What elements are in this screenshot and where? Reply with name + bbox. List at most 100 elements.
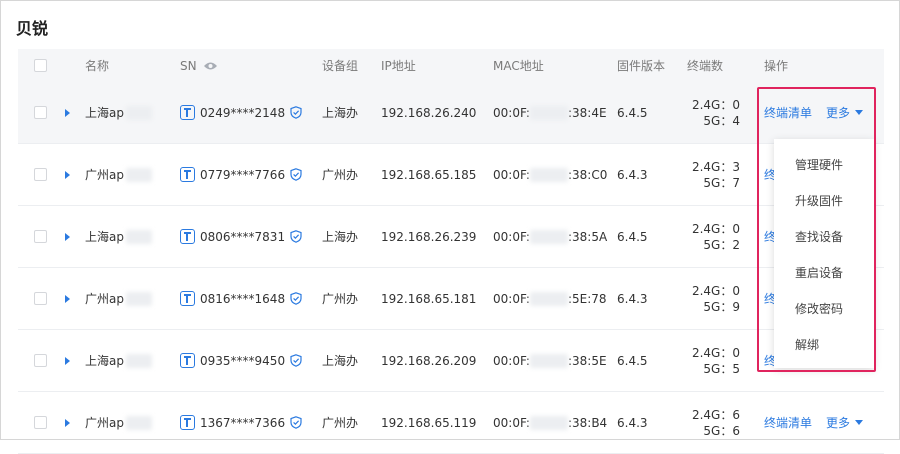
mac-suffix: :38:C0 xyxy=(567,167,608,182)
firmware-version: 6.4.3 xyxy=(617,415,648,430)
menu-item-restart-device[interactable]: 重启设备 xyxy=(795,263,843,283)
firmware-version: 6.4.3 xyxy=(617,291,648,306)
terminals-24g: 2.4G：6 xyxy=(691,407,740,422)
row-checkbox[interactable] xyxy=(34,416,47,429)
shield-check-icon xyxy=(290,416,302,429)
terminals-5g: 5G：9 xyxy=(703,299,740,314)
terminals-5g: 5G：2 xyxy=(703,237,740,252)
row-checkbox[interactable] xyxy=(34,292,47,305)
header-terminals: 终端数 xyxy=(687,59,724,73)
header-mac: MAC地址 xyxy=(493,59,544,73)
terminals-5g: 5G：6 xyxy=(703,423,740,438)
terminals-24g: 2.4G：0 xyxy=(691,345,740,360)
shield-check-icon xyxy=(290,230,302,243)
expand-row-icon[interactable] xyxy=(65,108,70,117)
blurred-region xyxy=(529,167,568,182)
mac-suffix: :38:B4 xyxy=(567,415,608,430)
expand-row-icon[interactable] xyxy=(65,356,70,365)
device-icon xyxy=(180,167,195,182)
terminal-list-link[interactable]: 终端清单 xyxy=(764,414,812,431)
header-actions: 操作 xyxy=(764,59,789,73)
table-header: 名称 SN 设备组 IP地址 MAC地址 固件版本 终端数 操作 xyxy=(18,49,884,82)
table-row[interactable]: 上海ap 0806****7831 上海办 192.168.26.239 00:0F::… xyxy=(18,206,884,268)
terminals-24g: 2.4G：0 xyxy=(691,283,740,298)
terminals-24g: 2.4G：0 xyxy=(691,221,740,236)
device-icon xyxy=(180,415,195,430)
header-ip: IP地址 xyxy=(381,59,416,73)
blurred-region xyxy=(125,353,152,368)
blurred-region xyxy=(125,229,152,244)
more-label: 更多 xyxy=(826,106,851,120)
terminals-24g: 2.4G：0 xyxy=(691,97,740,112)
mac-prefix: 00:0F: xyxy=(493,291,530,306)
mac-suffix: :38:4E xyxy=(567,105,607,120)
chevron-down-icon xyxy=(855,110,864,115)
row-checkbox[interactable] xyxy=(34,106,47,119)
device-name: 上海ap xyxy=(85,354,124,368)
blurred-region xyxy=(529,229,568,244)
header-group: 设备组 xyxy=(322,59,359,73)
row-checkbox[interactable] xyxy=(34,168,47,181)
expand-row-icon[interactable] xyxy=(65,418,70,427)
mac-prefix: 00:0F: xyxy=(493,105,530,120)
device-group: 广州办 xyxy=(322,292,359,306)
menu-item-manage-hardware[interactable]: 管理硬件 xyxy=(795,155,843,175)
device-ip: 192.168.26.240 xyxy=(381,105,477,120)
page-title: 贝锐 xyxy=(16,19,49,38)
menu-item-find-device[interactable]: 查找设备 xyxy=(795,227,843,247)
blurred-region xyxy=(529,415,568,430)
device-name: 上海ap xyxy=(85,230,124,244)
shield-check-icon xyxy=(290,354,302,367)
device-ip: 192.168.26.239 xyxy=(381,229,477,244)
device-group: 上海办 xyxy=(322,230,359,244)
terminals-5g: 5G：4 xyxy=(703,113,740,128)
more-dropdown-menu: 管理硬件 升级固件 查找设备 重启设备 修改密码 解绑 xyxy=(774,139,874,368)
row-checkbox[interactable] xyxy=(34,230,47,243)
terminals-5g: 5G：7 xyxy=(703,175,740,190)
menu-item-change-password[interactable]: 修改密码 xyxy=(795,299,843,319)
device-ip: 192.168.26.209 xyxy=(381,353,477,368)
eye-icon[interactable] xyxy=(203,61,218,71)
select-all-checkbox[interactable] xyxy=(34,59,47,72)
device-ip: 192.168.65.185 xyxy=(381,167,477,182)
device-group: 上海办 xyxy=(322,354,359,368)
blurred-region xyxy=(125,167,152,182)
table-row[interactable]: 上海ap 0249****2148 上海办 192.168.26.240 00:0F::… xyxy=(18,82,884,144)
mac-suffix: :38:5A xyxy=(567,229,608,244)
device-sn: 0779****7766 xyxy=(200,167,286,182)
expand-row-icon[interactable] xyxy=(65,294,70,303)
terminal-list-link[interactable]: 终端清单 xyxy=(764,104,812,121)
mac-prefix: 00:0F: xyxy=(493,167,530,182)
device-table: 名称 SN 设备组 IP地址 MAC地址 固件版本 终端数 操作 上海ap 024… xyxy=(18,49,884,454)
expand-row-icon[interactable] xyxy=(65,232,70,241)
mac-suffix: :5E:78 xyxy=(567,291,607,306)
mac-prefix: 00:0F: xyxy=(493,229,530,244)
shield-check-icon xyxy=(290,292,302,305)
blurred-region xyxy=(529,353,568,368)
header-firmware: 固件版本 xyxy=(617,59,666,73)
more-label: 更多 xyxy=(826,416,851,430)
device-ip: 192.168.65.181 xyxy=(381,291,477,306)
menu-item-unbind[interactable]: 解绑 xyxy=(795,335,819,355)
expand-row-icon[interactable] xyxy=(65,170,70,179)
menu-item-upgrade-firmware[interactable]: 升级固件 xyxy=(795,191,843,211)
device-name: 广州ap xyxy=(85,292,124,306)
firmware-version: 6.4.3 xyxy=(617,167,648,182)
blurred-region xyxy=(529,291,568,306)
shield-check-icon xyxy=(290,168,302,181)
firmware-version: 6.4.5 xyxy=(617,353,648,368)
device-sn: 0806****7831 xyxy=(200,229,286,244)
row-checkbox[interactable] xyxy=(34,354,47,367)
more-button[interactable]: 更多 xyxy=(826,414,864,431)
blurred-region xyxy=(125,291,152,306)
device-sn: 0249****2148 xyxy=(200,105,286,120)
device-group: 上海办 xyxy=(322,106,359,120)
mac-suffix: :38:5E xyxy=(567,353,607,368)
table-row[interactable]: 广州ap 0816****1648 广州办 192.168.65.181 00:0F::… xyxy=(18,268,884,330)
table-row[interactable]: 广州ap 1367****7366 广州办 192.168.65.119 00:0F::… xyxy=(18,392,884,454)
terminals-5g: 5G：5 xyxy=(703,361,740,376)
table-row[interactable]: 上海ap 0935****9450 上海办 192.168.26.209 00:0F::… xyxy=(18,330,884,392)
more-button[interactable]: 更多 xyxy=(826,104,864,121)
table-row[interactable]: 广州ap 0779****7766 广州办 192.168.65.185 00:0F::… xyxy=(18,144,884,206)
header-sn: SN xyxy=(180,49,310,82)
